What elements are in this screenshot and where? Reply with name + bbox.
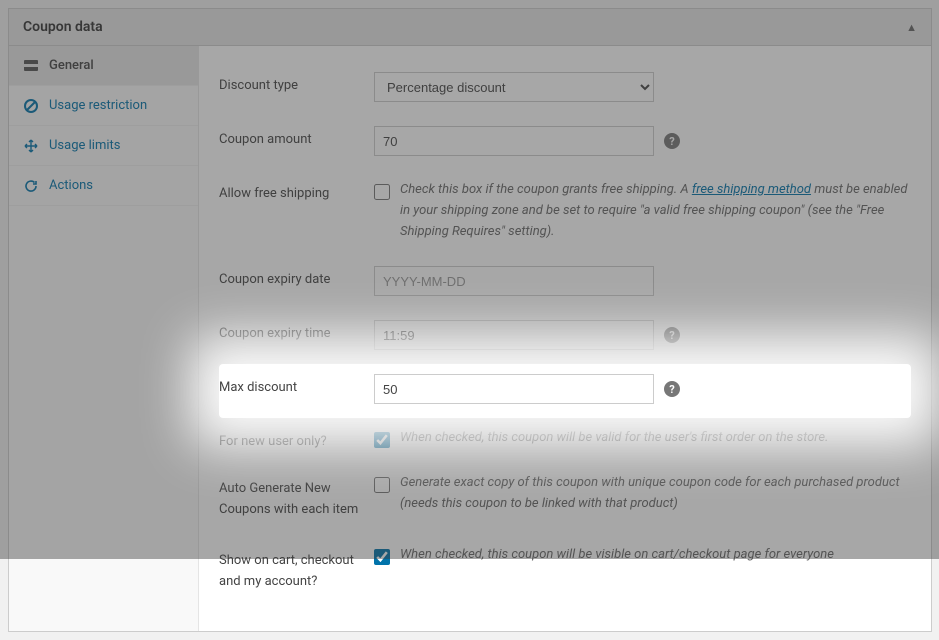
sidebar-item-label: Usage limits — [49, 138, 120, 153]
sidebar-item-general[interactable]: General — [9, 46, 198, 86]
label-coupon-amount: Coupon amount — [219, 126, 374, 147]
field-new-user: For new user only? When checked, this co… — [219, 418, 911, 463]
field-expiry-date: Coupon expiry date — [219, 256, 911, 310]
desc-new-user: When checked, this coupon will be valid … — [400, 428, 911, 449]
label-expiry-time: Coupon expiry time — [219, 320, 374, 341]
input-expiry-time[interactable] — [374, 320, 654, 350]
checkbox-free-shipping[interactable] — [374, 184, 390, 200]
sidebar-item-usage-restriction[interactable]: Usage restriction — [9, 86, 198, 126]
label-free-shipping: Allow free shipping — [219, 180, 374, 201]
field-coupon-amount: Coupon amount ? — [219, 116, 911, 170]
sidebar-item-label: Usage restriction — [49, 98, 147, 113]
field-max-discount: Max discount ? — [219, 364, 911, 418]
help-icon[interactable]: ? — [664, 381, 680, 397]
sidebar: General Usage restriction Usage limits A… — [9, 46, 199, 631]
content-area: Discount type Percentage discount Coupon… — [199, 46, 931, 631]
field-free-shipping: Allow free shipping Check this box if th… — [219, 170, 911, 256]
input-coupon-amount[interactable] — [374, 126, 654, 156]
collapse-icon: ▲ — [906, 21, 917, 34]
field-auto-generate: Auto Generate New Coupons with each item… — [219, 463, 911, 535]
sidebar-item-label: Actions — [49, 178, 93, 193]
field-show-on-cart: Show on cart, checkout and my account? W… — [219, 535, 911, 607]
checkbox-show-on-cart[interactable] — [374, 549, 390, 565]
label-show-on-cart: Show on cart, checkout and my account? — [219, 545, 374, 593]
label-discount-type: Discount type — [219, 72, 374, 93]
help-icon[interactable]: ? — [664, 133, 680, 149]
input-expiry-date[interactable] — [374, 266, 654, 296]
block-icon — [23, 99, 39, 113]
label-expiry-date: Coupon expiry date — [219, 266, 374, 287]
input-max-discount[interactable] — [374, 374, 654, 404]
coupon-data-panel: Coupon data ▲ General Usage restriction — [8, 8, 932, 632]
panel-header[interactable]: Coupon data ▲ — [9, 9, 931, 46]
label-new-user: For new user only? — [219, 428, 374, 449]
sidebar-item-actions[interactable]: Actions — [9, 166, 198, 206]
desc-show-on-cart: When checked, this coupon will be visibl… — [400, 545, 911, 566]
label-auto-generate: Auto Generate New Coupons with each item — [219, 473, 374, 521]
checkbox-auto-generate[interactable] — [374, 477, 390, 493]
field-expiry-time: Coupon expiry time ? — [219, 310, 911, 364]
panel-body: General Usage restriction Usage limits A… — [9, 46, 931, 631]
select-discount-type[interactable]: Percentage discount — [374, 72, 654, 102]
label-max-discount: Max discount — [219, 374, 374, 395]
panel-title: Coupon data — [23, 19, 103, 35]
desc-auto-generate: Generate exact copy of this coupon with … — [400, 473, 911, 515]
link-free-shipping-method[interactable]: free shipping method — [692, 182, 811, 197]
field-discount-type: Discount type Percentage discount — [219, 62, 911, 116]
coupon-icon — [23, 60, 39, 71]
help-icon[interactable]: ? — [664, 327, 680, 343]
desc-free-shipping: Check this box if the coupon grants free… — [400, 180, 911, 242]
checkbox-new-user[interactable] — [374, 432, 390, 448]
sidebar-item-label: General — [49, 58, 94, 73]
move-icon — [23, 139, 39, 153]
sidebar-item-usage-limits[interactable]: Usage limits — [9, 126, 198, 166]
refresh-icon — [23, 179, 39, 193]
